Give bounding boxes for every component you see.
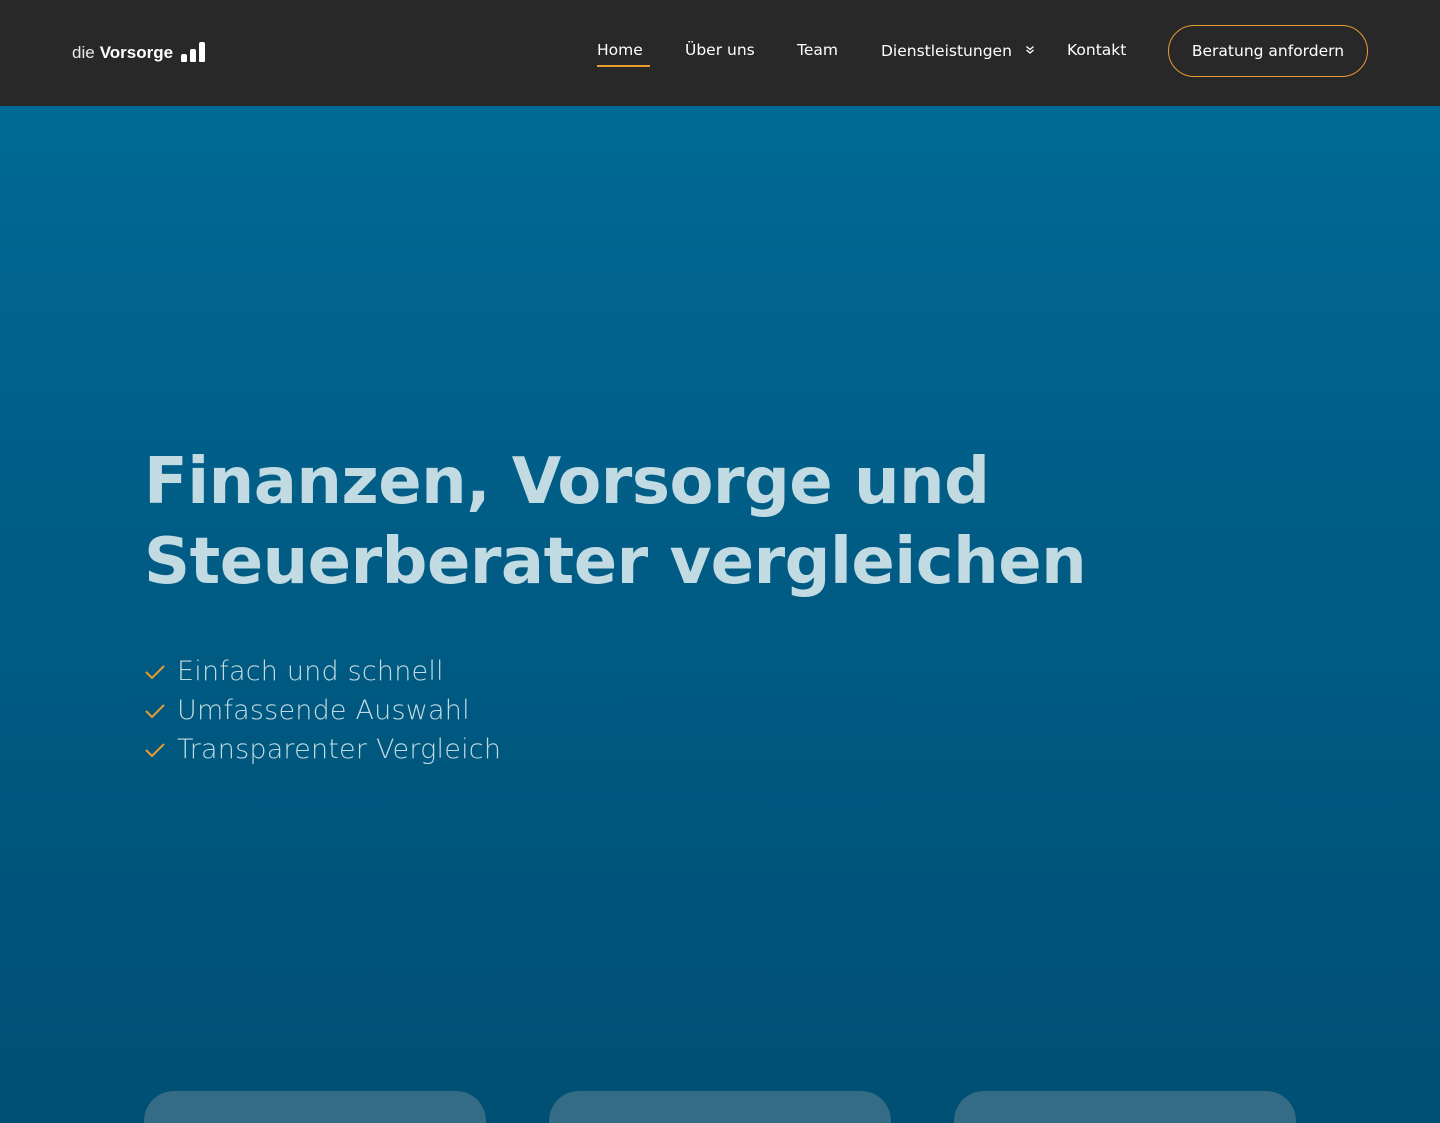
feature-item: Einfach und schnell xyxy=(144,652,501,691)
service-card[interactable] xyxy=(549,1091,891,1123)
check-icon xyxy=(145,664,165,679)
logo[interactable]: die Vorsorge xyxy=(72,38,206,64)
service-card[interactable] xyxy=(954,1091,1296,1123)
nav-item-home[interactable]: Home xyxy=(597,38,650,67)
nav-item-team[interactable]: Team xyxy=(797,38,838,62)
check-icon xyxy=(145,703,165,718)
logo-prefix: die xyxy=(72,43,95,62)
feature-label: Transparenter Vergleich xyxy=(177,734,502,765)
feature-item: Umfassende Auswahl xyxy=(144,691,501,730)
nav-item-contact[interactable]: Kontakt xyxy=(1067,38,1126,62)
consultation-request-button[interactable]: Beratung anfordern xyxy=(1168,25,1368,77)
hero-section: Finanzen, Vorsorge und Steuerberater ver… xyxy=(0,106,1440,1123)
chevron-double-down-icon xyxy=(1025,45,1034,54)
check-icon xyxy=(145,742,165,757)
nav-item-services[interactable]: Dienstleistungen xyxy=(881,39,1035,63)
hero-title: Finanzen, Vorsorge und Steuerberater ver… xyxy=(144,442,1144,602)
hero-title-line-2: Steuerberater vergleichen xyxy=(144,525,1087,599)
feature-item: Transparenter Vergleich xyxy=(144,730,501,769)
feature-label: Umfassende Auswahl xyxy=(177,695,470,726)
nav-item-about[interactable]: Über uns xyxy=(685,38,755,62)
feature-list: Einfach und schnell Umfassende Auswahl T… xyxy=(144,652,501,769)
hero-title-line-1: Finanzen, Vorsorge und xyxy=(144,445,990,519)
site-header: die Vorsorge Home Über uns Team Dienstle… xyxy=(0,0,1440,106)
bar-chart-icon xyxy=(181,42,206,62)
logo-name: Vorsorge xyxy=(99,43,174,62)
nav-item-services-label: Dienstleistungen xyxy=(881,42,1012,60)
service-card[interactable] xyxy=(144,1091,486,1123)
feature-label: Einfach und schnell xyxy=(177,656,444,687)
